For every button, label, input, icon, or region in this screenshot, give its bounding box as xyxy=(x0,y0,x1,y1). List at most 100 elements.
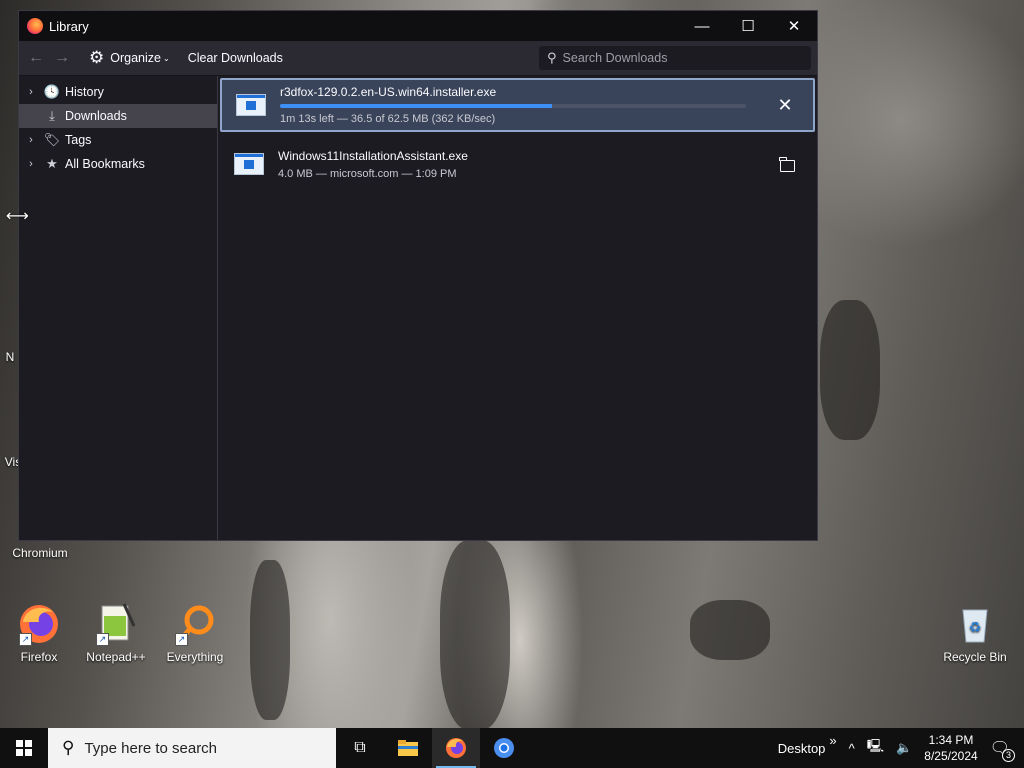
volume-icon[interactable]: 🔈 xyxy=(896,740,912,756)
taskbar-search-box[interactable]: ⚲ Type here to search xyxy=(48,728,336,768)
sidebar-item-label: Tags xyxy=(65,133,92,147)
rock-shadow xyxy=(820,300,880,440)
taskbar-firefox[interactable] xyxy=(432,728,480,768)
desktop-icon-everything[interactable]: ↗ Everything xyxy=(157,602,233,664)
sidebar-item-downloads[interactable]: ⤓ Downloads xyxy=(19,104,217,128)
rock-shadow xyxy=(440,540,510,730)
download-filename: Windows11InstallationAssistant.exe xyxy=(278,148,468,163)
minimize-button[interactable]: — xyxy=(679,11,725,41)
chromium-icon xyxy=(494,738,514,758)
download-progress-bar xyxy=(280,104,746,108)
cancel-download-button[interactable]: ✕ xyxy=(765,95,805,116)
desktop-icon-label: Chromium xyxy=(12,546,68,560)
taskbar-clock[interactable]: 1:34 PM 8/25/2024 xyxy=(924,732,977,764)
star-icon: ★ xyxy=(46,156,58,171)
system-tray: Desktop » ^ 🖳 🔈 1:34 PM 8/25/2024 🗨 3 xyxy=(778,732,1024,764)
everything-icon: ↗ xyxy=(173,602,217,646)
expand-twisty-icon[interactable]: › xyxy=(19,158,43,170)
clock-date: 8/25/2024 xyxy=(924,749,978,763)
gear-icon: ⚙ xyxy=(89,48,105,67)
download-progress-fill xyxy=(280,104,553,108)
library-body: › 🕓 History ⤓ Downloads › 🏷 Tags › ★ All… xyxy=(19,76,817,540)
forward-button[interactable]: → xyxy=(49,49,75,67)
chevron-up-icon[interactable]: ^ xyxy=(849,741,855,756)
expand-twisty-icon[interactable]: › xyxy=(19,134,43,146)
library-window: Library — ☐ ✕ ← → ⚙ Organize ⌄ Clear Dow… xyxy=(18,10,818,541)
rock-shadow xyxy=(690,600,770,660)
taskbar: ⚲ Type here to search ⧉ Desktop » ^ 🖳 🔈 xyxy=(0,728,1024,768)
folder-icon xyxy=(779,156,795,172)
network-icon[interactable]: 🖳 xyxy=(867,737,884,759)
expand-twisty-icon[interactable]: › xyxy=(19,86,43,98)
firefox-logo-icon xyxy=(27,18,43,34)
action-center-button[interactable]: 🗨 3 xyxy=(990,738,1015,762)
desktop-icon-label: N xyxy=(5,350,15,364)
start-button[interactable] xyxy=(0,728,48,768)
organize-label: Organize xyxy=(110,51,161,65)
organize-button[interactable]: ⚙ Organize ⌄ xyxy=(89,48,170,68)
firefox-icon xyxy=(446,738,466,758)
desktop-icon-label: Notepad++ xyxy=(86,650,146,664)
sidebar-item-all-bookmarks[interactable]: › ★ All Bookmarks xyxy=(19,152,217,176)
download-item[interactable]: Windows11InstallationAssistant.exe 4.0 M… xyxy=(220,138,815,190)
download-icon: ⤓ xyxy=(49,108,55,123)
desktop-icon-notepadpp[interactable]: ↗ Notepad++ xyxy=(78,602,154,664)
desktop-icon-recycle-bin[interactable]: ♻ Recycle Bin xyxy=(937,602,1013,664)
task-view-button[interactable]: ⧉ xyxy=(336,728,384,768)
sidebar-item-label: Downloads xyxy=(65,109,127,123)
sidebar-item-label: All Bookmarks xyxy=(65,157,145,171)
desktop-icon-label: Recycle Bin xyxy=(943,650,1007,664)
desktop-icon-firefox[interactable]: ↗ Firefox xyxy=(1,602,77,664)
close-button[interactable]: ✕ xyxy=(771,11,817,41)
search-placeholder: Search Downloads xyxy=(562,51,668,65)
shortcut-arrow-icon: ↗ xyxy=(96,633,109,646)
download-status: 4.0 MB — microsoft.com — 1:09 PM xyxy=(278,167,457,180)
exe-file-icon xyxy=(234,153,264,175)
search-icon: ⚲ xyxy=(547,50,557,65)
recycle-bin-icon: ♻ xyxy=(953,602,997,646)
notepadpp-icon: ↗ xyxy=(94,602,138,646)
search-downloads-input[interactable]: ⚲ Search Downloads xyxy=(539,46,811,70)
desktop-icon-label: Firefox xyxy=(20,650,58,664)
rock-shadow xyxy=(250,560,290,720)
desktop-icon-label: Everything xyxy=(166,650,224,664)
open-folder-button[interactable] xyxy=(767,154,807,175)
shortcut-arrow-icon: ↗ xyxy=(19,633,32,646)
download-filename: r3dfox-129.0.2.en-US.win64.installer.exe xyxy=(280,85,497,99)
library-toolbar: ← → ⚙ Organize ⌄ Clear Downloads ⚲ Searc… xyxy=(19,41,817,76)
window-controls: — ☐ ✕ xyxy=(679,11,817,41)
chevron-down-icon: ⌄ xyxy=(162,53,170,63)
downloads-list: r3dfox-129.0.2.en-US.win64.installer.exe… xyxy=(218,76,817,540)
close-icon: ✕ xyxy=(777,94,793,115)
taskbar-chromium[interactable] xyxy=(480,728,528,768)
notification-badge: 3 xyxy=(1002,749,1015,762)
taskbar-file-explorer[interactable] xyxy=(384,728,432,768)
library-sidebar: › 🕓 History ⤓ Downloads › 🏷 Tags › ★ All… xyxy=(19,76,218,540)
taskbar-search-placeholder: Type here to search xyxy=(84,739,218,757)
desktop-toolbar-label[interactable]: Desktop xyxy=(778,741,826,756)
task-view-icon: ⧉ xyxy=(354,739,366,756)
svg-text:♻: ♻ xyxy=(969,619,982,635)
sidebar-item-history[interactable]: › 🕓 History xyxy=(19,80,217,104)
title-bar[interactable]: Library — ☐ ✕ xyxy=(19,11,817,41)
maximize-button[interactable]: ☐ xyxy=(725,11,771,41)
download-item[interactable]: r3dfox-129.0.2.en-US.win64.installer.exe… xyxy=(220,78,815,132)
history-icon: 🕓 xyxy=(43,84,61,99)
window-title: Library xyxy=(49,18,89,34)
folder-icon xyxy=(398,740,418,756)
desktop-icon-partial[interactable]: N xyxy=(0,350,20,364)
toolbar-overflow-icon[interactable]: » xyxy=(829,733,836,748)
tags-icon: 🏷 xyxy=(43,132,61,147)
desktop-icon-chromium[interactable]: Chromium xyxy=(2,540,78,560)
sidebar-item-label: History xyxy=(65,85,104,99)
resize-cursor-icon: ⟷ xyxy=(6,208,29,225)
exe-file-icon xyxy=(236,94,266,116)
shortcut-arrow-icon: ↗ xyxy=(175,633,188,646)
back-button[interactable]: ← xyxy=(23,49,49,67)
windows-logo-icon xyxy=(16,740,32,756)
firefox-icon: ↗ xyxy=(17,602,61,646)
sidebar-item-tags[interactable]: › 🏷 Tags xyxy=(19,128,217,152)
clear-downloads-button[interactable]: Clear Downloads xyxy=(188,51,283,65)
search-icon: ⚲ xyxy=(62,738,75,757)
download-status: 1m 13s left — 36.5 of 62.5 MB (362 KB/se… xyxy=(280,113,496,125)
